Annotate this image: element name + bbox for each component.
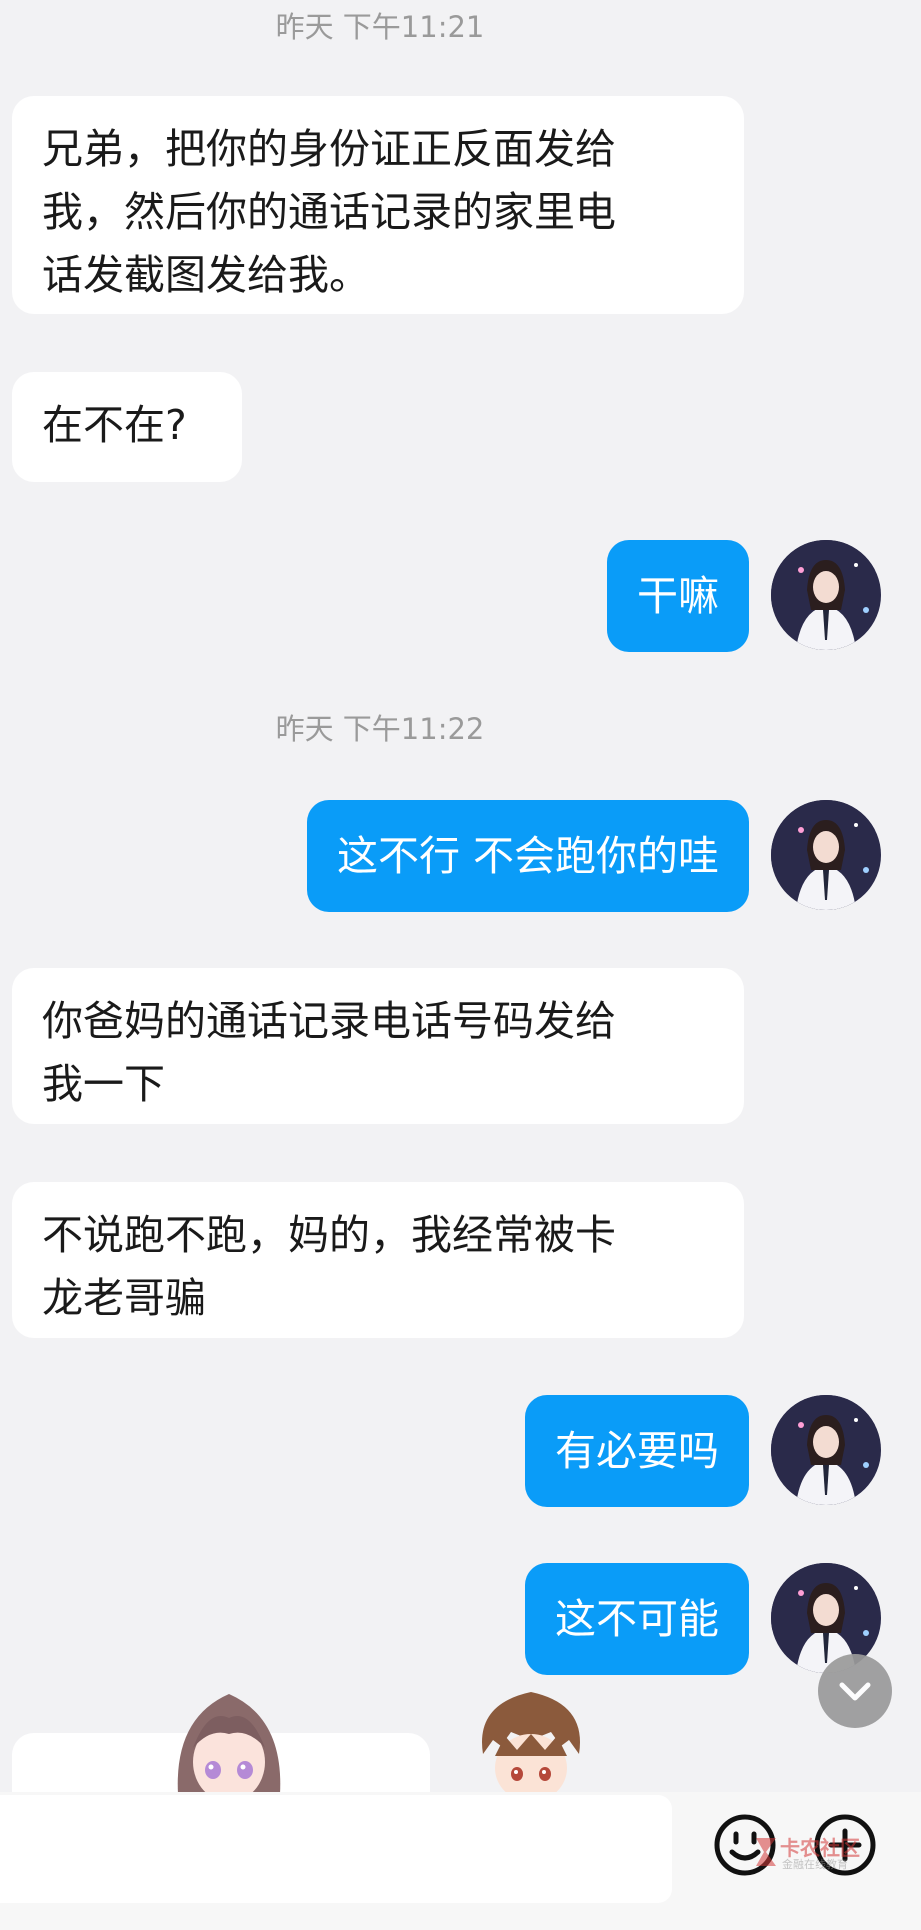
- user-avatar[interactable]: [771, 800, 881, 910]
- anime-girl-sticker: [168, 1688, 290, 1794]
- message-line: 龙老哥骗: [42, 1274, 206, 1322]
- scroll-down-button[interactable]: [818, 1654, 892, 1728]
- outgoing-message[interactable]: 干嘛: [607, 540, 749, 652]
- message-line: 不说跑不跑，妈的，我经常被卡: [42, 1211, 616, 1259]
- outgoing-message[interactable]: 这不可能: [525, 1563, 749, 1675]
- incoming-message[interactable]: 兄弟，把你的身份证正反面发给 我，然后你的通话记录的家里电 话发截图发给我。: [12, 96, 744, 314]
- watermark: 卡农社区 金融在线教育: [752, 1832, 882, 1872]
- watermark-logo-icon: [756, 1838, 776, 1866]
- user-avatar[interactable]: [771, 1395, 881, 1505]
- incoming-message[interactable]: 在不在?: [12, 372, 242, 482]
- message-line: 我一下: [42, 1060, 165, 1108]
- message-line: 兄弟，把你的身份证正反面发给: [42, 125, 616, 173]
- chevron-down-icon: [839, 1682, 871, 1701]
- timestamp: 昨天 下午11:21: [275, 10, 485, 44]
- message-line: 话发截图发给我。: [42, 251, 370, 299]
- outgoing-message[interactable]: 有必要吗: [525, 1395, 749, 1507]
- watermark-subtext: 金融在线教育: [782, 1858, 848, 1871]
- message-line: 我，然后你的通话记录的家里电: [42, 188, 616, 236]
- message-line: 你爸妈的通话记录电话号码发给: [42, 997, 616, 1045]
- incoming-message[interactable]: 你爸妈的通话记录电话号码发给 我一下: [12, 968, 744, 1124]
- message-line: 在不在?: [42, 401, 187, 449]
- outgoing-message[interactable]: 这不行 不会跑你的哇: [306, 800, 749, 912]
- incoming-message[interactable]: 不说跑不跑，妈的，我经常被卡 龙老哥骗: [12, 1182, 744, 1338]
- timestamp: 昨天 下午11:22: [275, 712, 485, 746]
- message-input[interactable]: [0, 1795, 672, 1903]
- anime-boy-sticker: [465, 1684, 597, 1794]
- user-avatar[interactable]: [771, 540, 881, 650]
